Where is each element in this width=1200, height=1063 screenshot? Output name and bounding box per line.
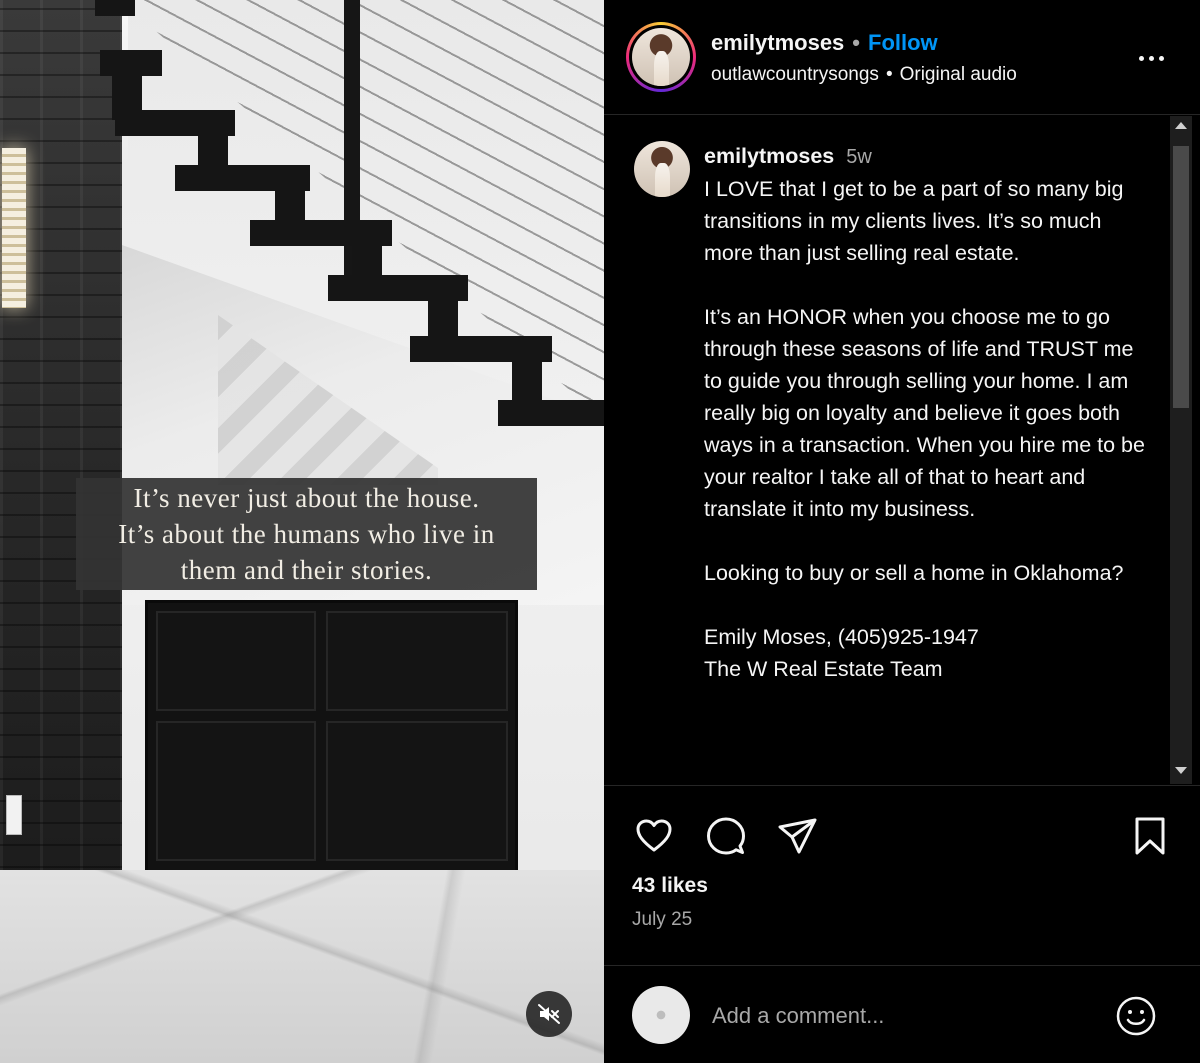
header-title-row: emilytmoses • Follow — [711, 30, 938, 56]
cabinet-panel — [156, 611, 316, 711]
caption-head: emilytmoses 5w — [704, 140, 1154, 173]
audio-row: outlawcountrysongs • Original audio — [711, 64, 1017, 86]
overlay-line: them and their stories. — [180, 555, 433, 585]
post-side-panel: emilytmoses • Follow outlawcountrysongs … — [604, 0, 1200, 1063]
stair-step — [95, 0, 135, 16]
comment-input[interactable] — [712, 996, 1092, 1036]
mute-button[interactable] — [526, 991, 572, 1037]
comment-bar — [604, 965, 1200, 1063]
caption-paragraph: It’s an HONOR when you choose me to go t… — [704, 305, 1145, 521]
caption-paragraph: Looking to buy or sell a home in Oklahom… — [704, 561, 1124, 585]
original-audio-link[interactable]: Original audio — [900, 64, 1017, 86]
scroll-up-arrow[interactable] — [1175, 122, 1187, 129]
caption-scrollbar[interactable] — [1170, 116, 1192, 784]
profile-avatar[interactable] — [626, 22, 696, 92]
caption-timestamp[interactable]: 5w — [846, 141, 872, 173]
marble-floor — [0, 870, 604, 1063]
avatar-image — [634, 141, 690, 197]
caption-avatar[interactable] — [634, 141, 690, 197]
emoji-icon[interactable] — [1114, 994, 1158, 1038]
heart-icon[interactable] — [632, 814, 676, 858]
audio-artist-link[interactable]: outlawcountrysongs — [711, 64, 879, 86]
post-date[interactable]: July 25 — [632, 909, 692, 931]
bookmark-icon[interactable] — [1128, 814, 1172, 858]
more-options-icon[interactable] — [1134, 48, 1168, 68]
avatar-image — [632, 28, 690, 86]
stair-riser — [428, 288, 458, 343]
header-separator: • — [852, 30, 860, 55]
follow-button[interactable]: Follow — [868, 30, 938, 56]
storage-cabinet — [145, 600, 518, 875]
post-actions: 43 likes July 25 — [604, 785, 1200, 965]
stair-riser — [512, 348, 542, 403]
comment-icon[interactable] — [704, 814, 748, 858]
cabinet-panel — [326, 721, 508, 861]
overlay-line: It’s about the humans who live in — [118, 519, 495, 549]
scroll-thumb[interactable] — [1173, 146, 1189, 408]
post-media[interactable]: It’s never just about the house. It’s ab… — [0, 0, 604, 1063]
scroll-down-arrow[interactable] — [1175, 767, 1187, 774]
share-icon[interactable] — [776, 814, 820, 858]
caption-area: emilytmoses 5w I LOVE that I get to be a… — [604, 116, 1200, 784]
cabinet-panel — [326, 611, 508, 711]
video-text-overlay: It’s never just about the house. It’s ab… — [76, 478, 537, 590]
header-username[interactable]: emilytmoses — [711, 30, 844, 56]
stair-step — [498, 400, 604, 426]
audio-separator: • — [885, 64, 893, 85]
wall-outlet — [6, 795, 22, 835]
caption-text: emilytmoses 5w I LOVE that I get to be a… — [704, 140, 1154, 685]
contact-line: Emily Moses, (405)925-1947 — [704, 625, 979, 649]
user-avatar — [632, 986, 690, 1044]
cabinet-panel — [156, 721, 316, 861]
overlay-line: It’s never just about the house. — [133, 483, 480, 513]
speaker-muted-icon — [538, 1004, 560, 1024]
wall-sconce — [2, 148, 26, 308]
brick-wall — [0, 0, 122, 890]
contact-line: The W Real Estate Team — [704, 657, 943, 681]
post-header: emilytmoses • Follow outlawcountrysongs … — [604, 0, 1200, 115]
caption-username[interactable]: emilytmoses — [704, 140, 834, 172]
caption-paragraph: I LOVE that I get to be a part of so man… — [704, 177, 1124, 265]
likes-count[interactable]: 43 likes — [632, 874, 708, 898]
